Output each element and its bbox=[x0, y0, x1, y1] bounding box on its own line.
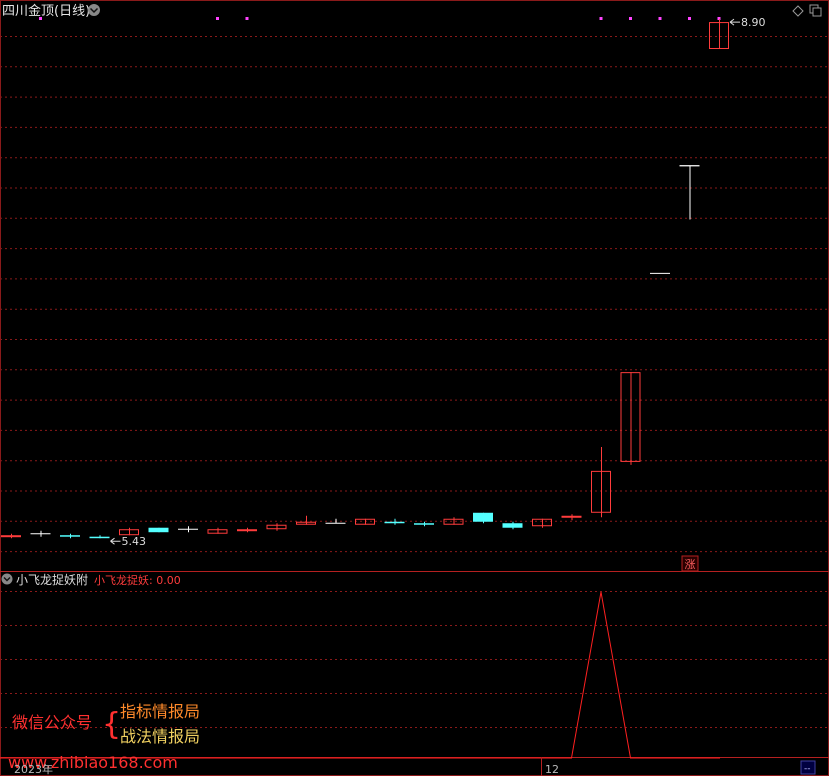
candle bbox=[384, 518, 405, 525]
chevron-down-icon[interactable] bbox=[1, 573, 13, 585]
candle-body bbox=[1, 535, 21, 538]
chart-frame bbox=[0, 0, 829, 776]
signal-marker bbox=[688, 17, 691, 20]
candle-body bbox=[89, 536, 110, 539]
annotation-label: 5.43 bbox=[122, 535, 147, 548]
zhang-badge: 涨 bbox=[685, 558, 696, 571]
candle-body bbox=[502, 523, 523, 528]
signal-marker bbox=[245, 17, 249, 20]
candle-body bbox=[414, 523, 434, 525]
stock-title[interactable]: 四川金顶(日线) bbox=[2, 3, 90, 19]
candle bbox=[325, 518, 346, 524]
main-grid bbox=[0, 36, 829, 553]
watermark-line2: 战法情报局 bbox=[120, 727, 200, 746]
wechat-label: 微信公众号 bbox=[12, 713, 92, 732]
candle bbox=[709, 19, 729, 50]
arrow-icon bbox=[110, 537, 121, 545]
restore-icon[interactable] bbox=[809, 4, 822, 17]
candle bbox=[620, 372, 641, 465]
signal-marker bbox=[658, 17, 662, 20]
candle bbox=[502, 521, 523, 530]
candlestick-chart[interactable]: 四川金顶(日线) 5.43 8.90 涨 小飞龙捉妖附 小飞龙捉妖: 0.00 微… bbox=[0, 0, 829, 776]
axis-label-year: 2023年 bbox=[14, 762, 53, 776]
arrow-icon bbox=[729, 18, 740, 26]
corner-text: -- bbox=[804, 764, 811, 774]
candle bbox=[207, 527, 228, 534]
candle bbox=[561, 514, 582, 521]
signal-marker bbox=[599, 17, 603, 20]
axis-label-month: 12 bbox=[545, 763, 559, 776]
candle bbox=[266, 523, 287, 531]
candle bbox=[178, 526, 198, 533]
candle bbox=[679, 165, 700, 220]
signal-markers bbox=[39, 17, 721, 20]
sub-indicator-name[interactable]: 小飞龙捉妖附 bbox=[16, 572, 88, 587]
candle-body bbox=[237, 529, 257, 532]
candle bbox=[532, 518, 552, 528]
candle-body bbox=[473, 512, 493, 522]
candle bbox=[473, 512, 493, 524]
signal-marker bbox=[39, 17, 42, 20]
price-annotation: 8.90 bbox=[729, 16, 766, 29]
candle bbox=[119, 527, 139, 536]
annotation-label: 8.90 bbox=[741, 16, 766, 29]
candle bbox=[148, 527, 169, 533]
candle bbox=[414, 521, 434, 527]
signal-marker bbox=[629, 17, 632, 20]
diamond-icon[interactable] bbox=[792, 5, 804, 17]
watermark-brace: { bbox=[102, 707, 121, 742]
candle bbox=[591, 446, 611, 518]
candle bbox=[1, 533, 21, 539]
candle-body bbox=[384, 521, 405, 524]
candle bbox=[237, 527, 257, 533]
signal-marker bbox=[216, 17, 219, 20]
candle bbox=[296, 515, 316, 525]
candle bbox=[89, 535, 110, 539]
sub-indicator-value: 小飞龙捉妖: 0.00 bbox=[94, 573, 181, 587]
candle-body bbox=[561, 515, 582, 518]
candle-body bbox=[60, 535, 80, 537]
price-annotation: 5.43 bbox=[110, 535, 147, 548]
watermark-line1: 指标情报局 bbox=[120, 702, 200, 721]
chevron-down-icon[interactable] bbox=[88, 4, 100, 16]
candle bbox=[60, 533, 80, 539]
candle bbox=[30, 530, 51, 537]
price-annotations: 5.43 8.90 bbox=[110, 16, 766, 548]
candle-body bbox=[148, 527, 169, 533]
